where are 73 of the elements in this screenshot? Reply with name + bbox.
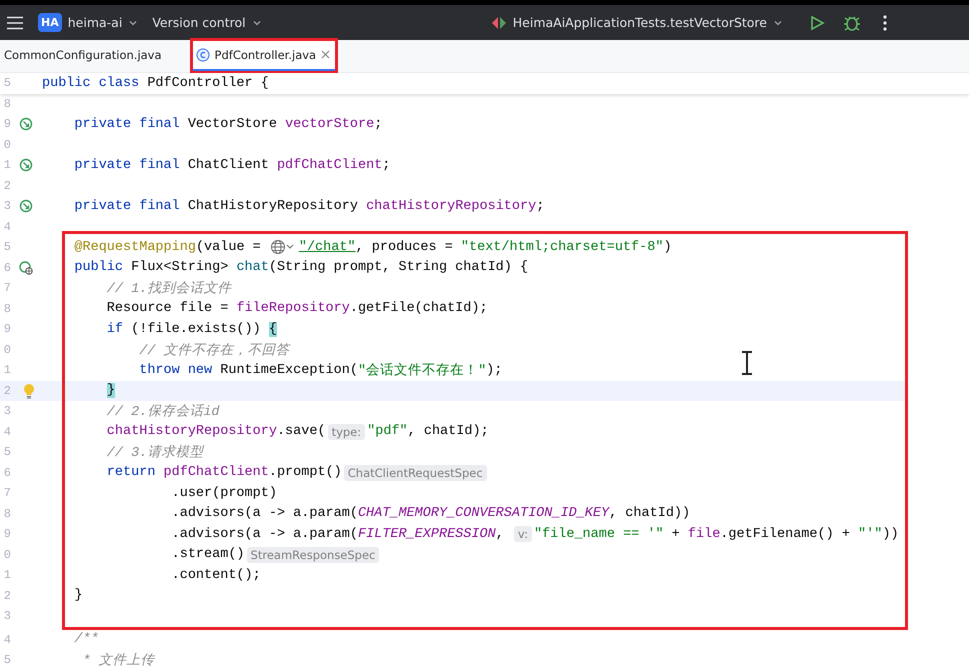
line-number: 2 xyxy=(2,178,11,193)
code-line: .content(); xyxy=(170,568,261,583)
text-cursor-icon xyxy=(741,351,753,375)
run-configuration[interactable]: HeimaAiApplicationTests.testVectorStore xyxy=(512,15,767,30)
code-line: throw new RuntimeException("会话文件不存在！"); xyxy=(138,362,502,380)
code-line: private final ChatHistoryRepository chatHistoryRepository; xyxy=(73,198,544,214)
line-number: 2 xyxy=(2,384,11,398)
line-number: 6 xyxy=(2,466,11,480)
more-icon[interactable] xyxy=(883,14,887,30)
code-line: // 3.请求模型 xyxy=(106,444,204,462)
line-number: 9 xyxy=(2,322,11,336)
line-number: 3 xyxy=(2,199,11,214)
version-control-menu[interactable]: Version control xyxy=(152,15,246,30)
lightbulb-icon[interactable] xyxy=(23,382,35,399)
line-number: 1 xyxy=(2,158,11,172)
code-line: .stream() StreamResponseSpec xyxy=(42,546,382,563)
run-config-icon xyxy=(490,16,507,30)
code-line: private final ChatClient pdfChatClient; xyxy=(73,158,390,173)
line-number: 8 xyxy=(2,302,11,316)
run-icon[interactable] xyxy=(809,14,825,30)
line-number: 7 xyxy=(2,486,11,500)
code-line: return pdfChatClient.prompt() ChatClientRequestSpec xyxy=(42,464,489,481)
line-number: 8 xyxy=(2,96,11,111)
bean-icon[interactable] xyxy=(19,117,33,132)
code-line: .advisors(a -> a.param(CHAT_MEMORY_CONVERSATION_ID_KEY, chatId)) xyxy=(170,506,690,522)
line-number: 0 xyxy=(2,548,11,562)
code-line: Resource file = fileRepository.getFile(chatId); xyxy=(106,301,488,316)
tab-label: CommonConfiguration.java xyxy=(4,48,162,62)
code-line: /** xyxy=(73,632,99,648)
line-number: 6 xyxy=(2,260,11,275)
bean-icon[interactable] xyxy=(19,158,33,172)
code-line: public Flux<String> chat(String prompt, String chatId) { xyxy=(73,260,528,276)
code-line: @RequestMapping(value = "/chat", produces = "text/html;charset=utf-8") xyxy=(73,239,672,256)
line-number: 1 xyxy=(2,568,11,582)
line-number: 1 xyxy=(2,363,11,378)
project-badge: HA xyxy=(38,13,62,32)
code-line: chatHistoryRepository.save( type: "pdf", chatId); xyxy=(106,424,489,440)
line-number: 5 xyxy=(2,76,11,90)
tab-label: PdfController.java xyxy=(214,48,316,62)
code-line: private final VectorStore vectorStore; xyxy=(73,116,382,132)
editor-tab[interactable]: PdfController.java xyxy=(192,40,336,72)
class-icon xyxy=(196,48,210,62)
close-icon[interactable] xyxy=(321,50,330,59)
web-bean-icon[interactable] xyxy=(19,260,33,275)
code-line: * 文件上传 xyxy=(82,652,155,670)
debug-icon[interactable] xyxy=(843,14,861,32)
code-line: .advisors(a -> a.param(FILTER_EXPRESSION, v: "file_name == '" + file.getFilename() + "'")) xyxy=(170,526,899,542)
line-number: 8 xyxy=(2,506,11,521)
project-name[interactable]: heima-ai xyxy=(68,15,122,30)
line-number: 9 xyxy=(2,117,11,132)
line-number: 3 xyxy=(2,404,11,418)
code-line: .user(prompt) xyxy=(170,486,277,501)
line-number: 5 xyxy=(2,240,11,254)
editor-tab[interactable]: CommonConfiguration.java xyxy=(0,40,168,72)
code-line: } xyxy=(73,588,83,604)
line-number: 0 xyxy=(2,342,11,357)
line-number: 0 xyxy=(2,138,11,152)
code-line: // 1.找到会话文件 xyxy=(106,280,232,298)
menu-icon[interactable] xyxy=(6,16,24,30)
line-number: 4 xyxy=(2,632,11,647)
line-number: 4 xyxy=(2,424,11,439)
code-line: public class PdfController { xyxy=(42,76,269,91)
line-number: 5 xyxy=(2,653,11,668)
code-line: // 文件不存在，不回答 xyxy=(138,342,290,359)
bean-icon[interactable] xyxy=(19,199,33,214)
line-number: 4 xyxy=(2,220,11,234)
line-number: 2 xyxy=(2,588,11,603)
code-line: // 2.保存会话id xyxy=(106,403,220,420)
line-number: 3 xyxy=(2,609,11,624)
line-number: 9 xyxy=(2,527,11,542)
line-number: 5 xyxy=(2,445,11,460)
code-line: if (!file.exists()) { xyxy=(106,322,277,337)
line-number: 7 xyxy=(2,281,11,296)
